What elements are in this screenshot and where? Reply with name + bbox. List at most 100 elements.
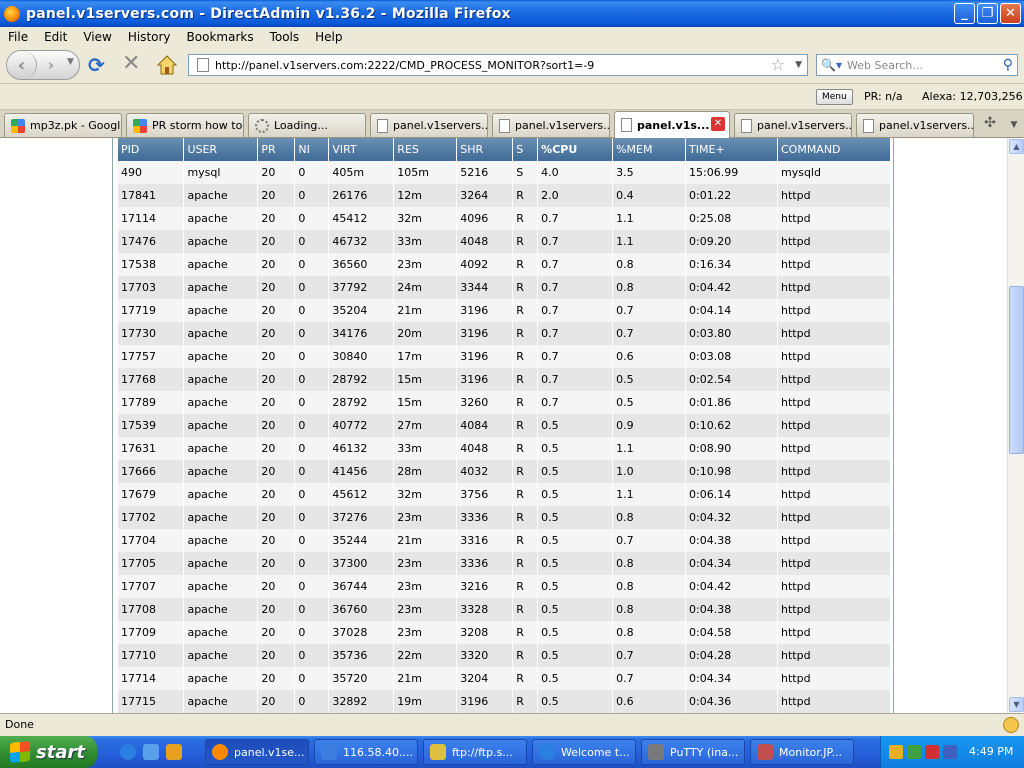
menu-button[interactable]: Menu xyxy=(816,89,853,105)
cell-pr: 20 xyxy=(257,690,296,713)
scrollbar-thumb[interactable] xyxy=(1009,286,1024,454)
back-button[interactable]: ‹ xyxy=(7,51,37,79)
scroll-down-icon[interactable]: ▼ xyxy=(1009,697,1024,712)
taskbar-button-4[interactable]: Welcome t... xyxy=(532,739,636,765)
url-dropdown-icon[interactable]: ▼ xyxy=(795,60,802,70)
history-dropdown-icon[interactable]: ▼ xyxy=(67,57,74,67)
new-tab-icon[interactable]: ✣ xyxy=(980,115,1000,135)
taskbar-button-6[interactable]: Monitor.JP... xyxy=(750,739,854,765)
column-header-cpu[interactable]: %CPU xyxy=(537,138,614,161)
forward-button[interactable]: › xyxy=(41,56,61,74)
tab-6-active[interactable]: panel.v1s... ✕ xyxy=(614,111,730,138)
column-header-pid[interactable]: PID xyxy=(118,138,185,161)
cell-ni: 0 xyxy=(294,253,330,276)
search-input[interactable]: Web Search... xyxy=(847,59,923,72)
column-header-command[interactable]: COMMAND xyxy=(777,138,892,161)
taskbar-button-3[interactable]: ftp://ftp.s... xyxy=(423,739,527,765)
cell-time: 0:04.38 xyxy=(685,529,778,552)
cell-mem: 0.8 xyxy=(612,575,687,598)
cell-shr: 3196 xyxy=(456,299,514,322)
search-bar[interactable]: 🔍▾ Web Search... ⚲ xyxy=(816,54,1018,76)
column-header-shr[interactable]: SHR xyxy=(456,138,514,161)
firefox-icon xyxy=(212,744,228,760)
column-header-s[interactable]: S xyxy=(512,138,539,161)
cell-shr: 3316 xyxy=(456,529,514,552)
tab-4[interactable]: panel.v1servers... xyxy=(370,113,488,137)
menu-help[interactable]: Help xyxy=(307,30,350,44)
search-go-icon[interactable]: ⚲ xyxy=(1003,57,1013,73)
tray-icon-1[interactable] xyxy=(889,745,903,759)
quicklaunch-icon-3[interactable] xyxy=(166,744,182,760)
window-title-bar[interactable]: panel.v1servers.com - DirectAdmin v1.36.… xyxy=(0,0,1024,27)
tab-label: PR storm how to... xyxy=(152,119,244,132)
cell-ni: 0 xyxy=(294,322,330,345)
cell-virt: 405m xyxy=(328,161,395,184)
google-icon xyxy=(11,118,25,133)
taskbar-button-5[interactable]: PuTTY (ina... xyxy=(641,739,745,765)
tab-2[interactable]: PR storm how to... xyxy=(126,113,244,137)
ie-quicklaunch-icon[interactable] xyxy=(120,744,136,760)
cell-state: R xyxy=(512,644,539,667)
cell-state: R xyxy=(512,575,539,598)
taskbar-button-firefox[interactable]: panel.v1se... xyxy=(205,739,309,765)
network-icon[interactable] xyxy=(943,745,957,759)
reload-icon[interactable]: ⟳ xyxy=(88,55,108,75)
tab-5[interactable]: panel.v1servers... xyxy=(492,113,610,137)
stop-icon[interactable]: ✕ xyxy=(122,53,142,75)
menu-tools[interactable]: Tools xyxy=(262,30,308,44)
tab-bar: mp3z.pk - Googl... PR storm how to... Lo… xyxy=(0,110,1024,138)
column-header-user[interactable]: USER xyxy=(183,138,259,161)
start-button[interactable]: start xyxy=(0,736,97,768)
vertical-scrollbar[interactable]: ▲ ▼ xyxy=(1007,138,1024,713)
cell-user: apache xyxy=(183,322,259,345)
column-header-mem[interactable]: %MEM xyxy=(612,138,687,161)
column-header-pr[interactable]: PR xyxy=(257,138,296,161)
tab-8[interactable]: panel.v1servers... xyxy=(856,113,974,137)
tab-7[interactable]: panel.v1servers... xyxy=(734,113,852,137)
close-window-button[interactable]: ✕ xyxy=(1000,3,1021,24)
cell-time: 0:04.28 xyxy=(685,644,778,667)
url-bar[interactable]: http://panel.v1servers.com:2222/CMD_PROC… xyxy=(188,54,808,76)
cell-cpu: 2.0 xyxy=(537,184,614,207)
shield-icon[interactable] xyxy=(925,745,939,759)
scroll-up-icon[interactable]: ▲ xyxy=(1009,139,1024,154)
column-header-virt[interactable]: VIRT xyxy=(328,138,395,161)
restore-button[interactable]: ❐ xyxy=(977,3,998,24)
cell-ni: 0 xyxy=(294,598,330,621)
cell-mem: 0.4 xyxy=(612,184,687,207)
tab-1[interactable]: mp3z.pk - Googl... xyxy=(4,113,122,137)
cell-cpu: 4.0 xyxy=(537,161,614,184)
menu-bookmarks[interactable]: Bookmarks xyxy=(179,30,262,44)
home-icon[interactable] xyxy=(156,54,178,76)
column-header-ni[interactable]: NI xyxy=(294,138,330,161)
menu-bar: File Edit View History Bookmarks Tools H… xyxy=(0,27,1024,46)
cell-virt: 35244 xyxy=(328,529,395,552)
page-icon xyxy=(741,118,752,133)
cell-mem: 0.6 xyxy=(612,345,687,368)
menu-history[interactable]: History xyxy=(120,30,179,44)
cell-virt: 37276 xyxy=(328,506,395,529)
column-header-time[interactable]: TIME+ xyxy=(685,138,778,161)
tab-3[interactable]: Loading... xyxy=(248,113,366,137)
taskbar-button-2[interactable]: 116.58.40.... xyxy=(314,739,418,765)
cell-res: 20m xyxy=(393,322,458,345)
tray-icon-2[interactable] xyxy=(907,745,921,759)
url-text[interactable]: http://panel.v1servers.com:2222/CMD_PROC… xyxy=(215,59,594,72)
cell-state: S xyxy=(512,161,539,184)
menu-file[interactable]: File xyxy=(0,30,36,44)
search-engine-icon[interactable]: 🔍▾ xyxy=(817,58,847,72)
alexa-rank-label: Alexa: 12,703,256 xyxy=(922,90,1023,103)
cell-shr: 3196 xyxy=(456,690,514,713)
column-header-res[interactable]: RES xyxy=(393,138,458,161)
cell-shr: 4048 xyxy=(456,230,514,253)
quicklaunch-icon-2[interactable] xyxy=(143,744,159,760)
cell-pr: 20 xyxy=(257,322,296,345)
smiley-icon[interactable] xyxy=(1003,717,1019,733)
tab-list-dropdown-icon[interactable]: ▼ xyxy=(1006,115,1022,135)
bookmark-star-icon[interactable]: ☆ xyxy=(771,55,785,74)
close-tab-icon[interactable]: ✕ xyxy=(711,117,725,131)
minimize-button[interactable]: _ xyxy=(954,3,975,24)
cell-shr: 3260 xyxy=(456,391,514,414)
menu-view[interactable]: View xyxy=(75,30,119,44)
menu-edit[interactable]: Edit xyxy=(36,30,75,44)
